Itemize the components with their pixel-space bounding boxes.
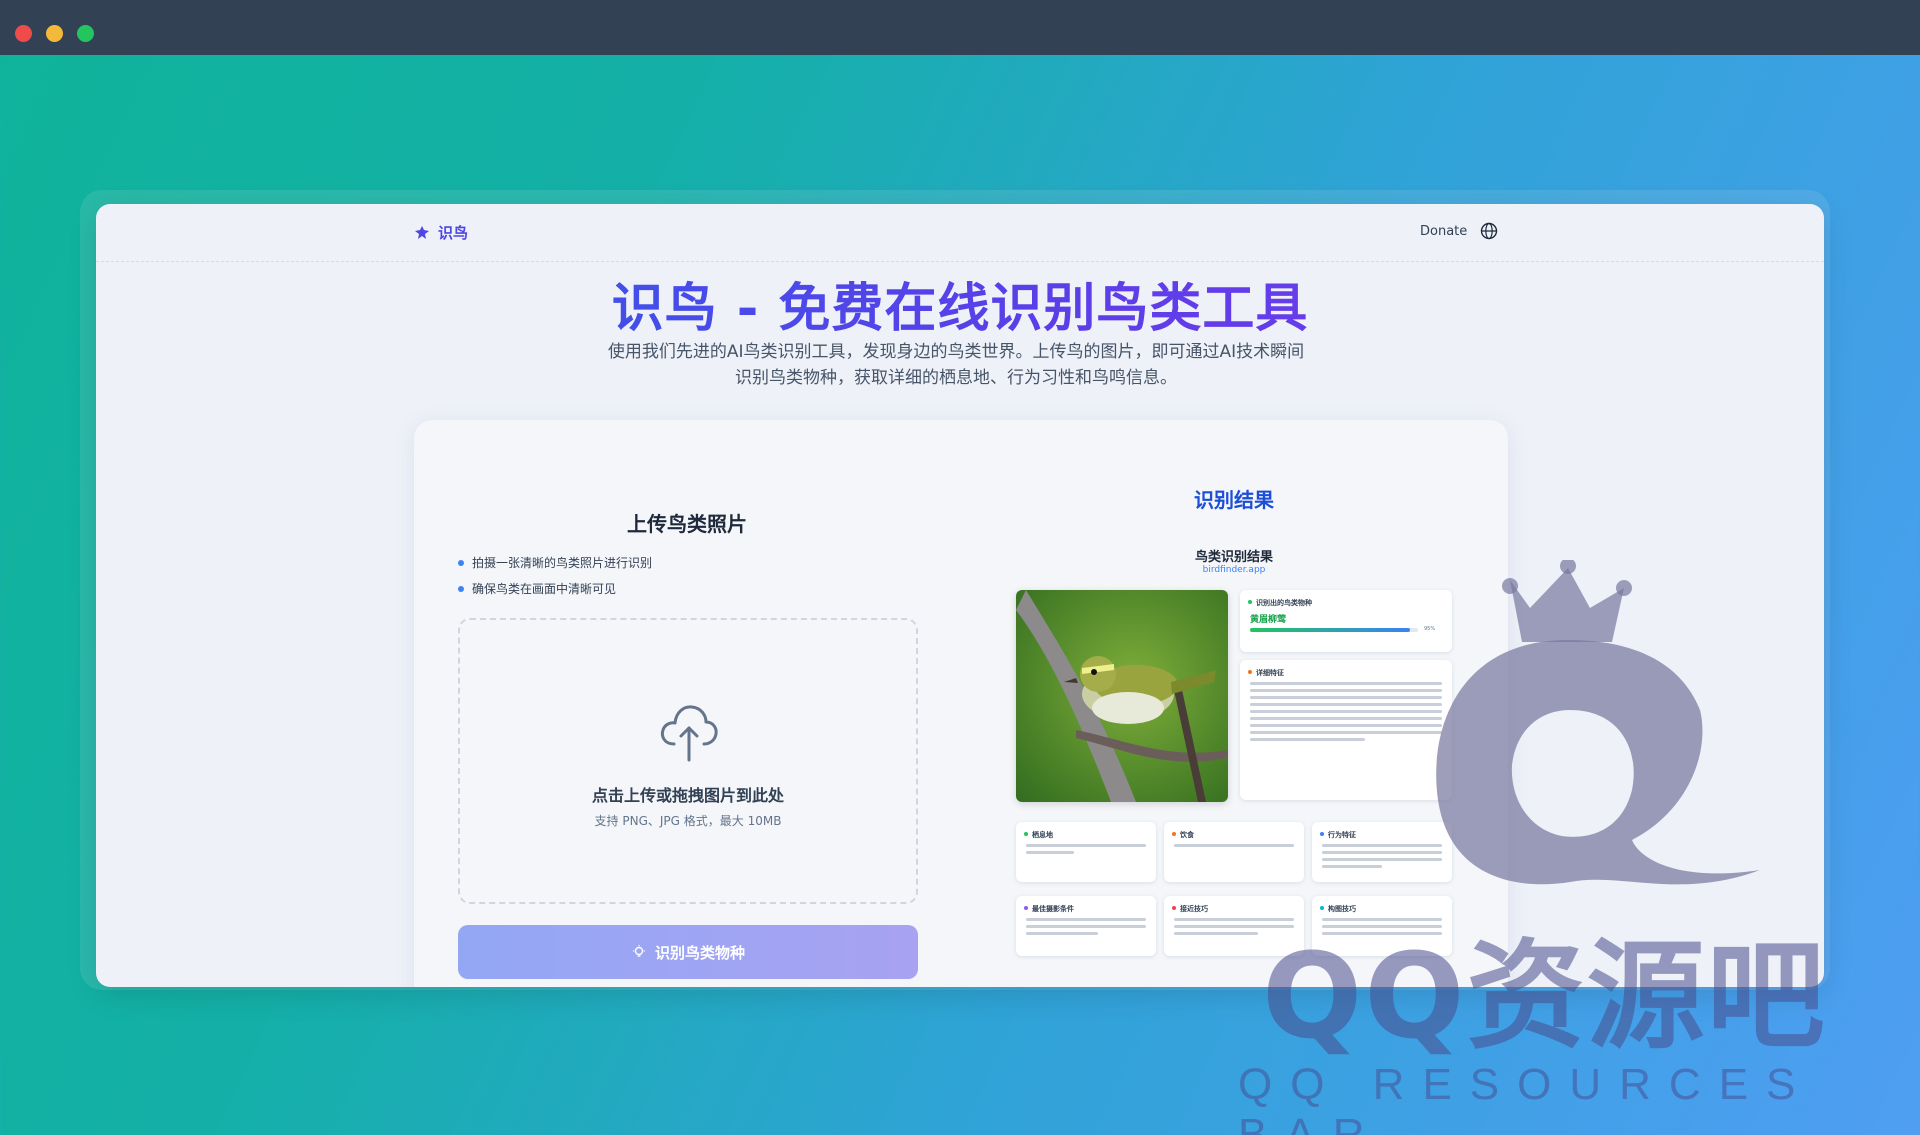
window-title-bar <box>0 0 1920 55</box>
cloud-upload-icon <box>660 705 718 762</box>
dropzone-instruction: 点击上传或拖拽图片到此处 <box>591 786 784 805</box>
upload-tips: 拍摄一张清晰的鸟类照片进行识别 确保鸟类在画面中清晰可见 <box>458 555 652 607</box>
photo-conditions-header: 最佳摄影条件 <box>1024 904 1074 914</box>
upload-dropzone[interactable]: 点击上传或拖拽图片到此处 支持 PNG、JPG 格式，最大 10MB <box>458 618 918 904</box>
globe-icon[interactable] <box>1480 222 1498 240</box>
identify-button-label: 识别鸟类物种 <box>654 944 745 962</box>
lightbulb-icon <box>632 945 645 957</box>
photo-conditions-card: 最佳摄影条件 <box>1016 896 1156 956</box>
logo-text: 识鸟 <box>438 224 469 242</box>
dropzone-format-hint: 支持 PNG、JPG 格式，最大 10MB <box>594 814 782 828</box>
bird-logo-icon <box>415 225 429 239</box>
watermark-text: QQ资源吧 <box>1262 927 1827 1065</box>
site-logo[interactable]: 识鸟 <box>414 222 468 243</box>
close-window-button[interactable] <box>15 25 32 42</box>
page-title: 识鸟 - 免费在线识别鸟类工具 <box>96 266 1824 341</box>
bird-photo <box>1016 590 1228 802</box>
upload-section-title: 上传鸟类照片 <box>627 512 747 536</box>
diet-header: 饮食 <box>1172 830 1194 840</box>
habitat-header: 栖息地 <box>1024 830 1053 840</box>
approach-tips-header: 接近技巧 <box>1172 904 1208 914</box>
identify-bird-button[interactable]: 识别鸟类物种 <box>458 925 918 979</box>
page-subtitle: 使用我们先进的AI鸟类识别工具，发现身边的鸟类世界。上传鸟的图片，即可通过AI技… <box>607 342 1305 388</box>
maximize-window-button[interactable] <box>77 25 94 42</box>
top-nav: 识鸟 Donate <box>96 204 1824 262</box>
minimize-window-button[interactable] <box>46 25 63 42</box>
result-section-title: 识别结果 <box>1194 488 1274 512</box>
watermark-subtext: QQ RESOURCES BAR <box>1238 1060 1814 1135</box>
tip-item: 确保鸟类在画面中清晰可见 <box>458 581 652 607</box>
habitat-card: 栖息地 <box>1016 822 1156 882</box>
tip-item: 拍摄一张清晰的鸟类照片进行识别 <box>458 555 652 581</box>
donate-link[interactable]: Donate <box>1420 224 1467 239</box>
